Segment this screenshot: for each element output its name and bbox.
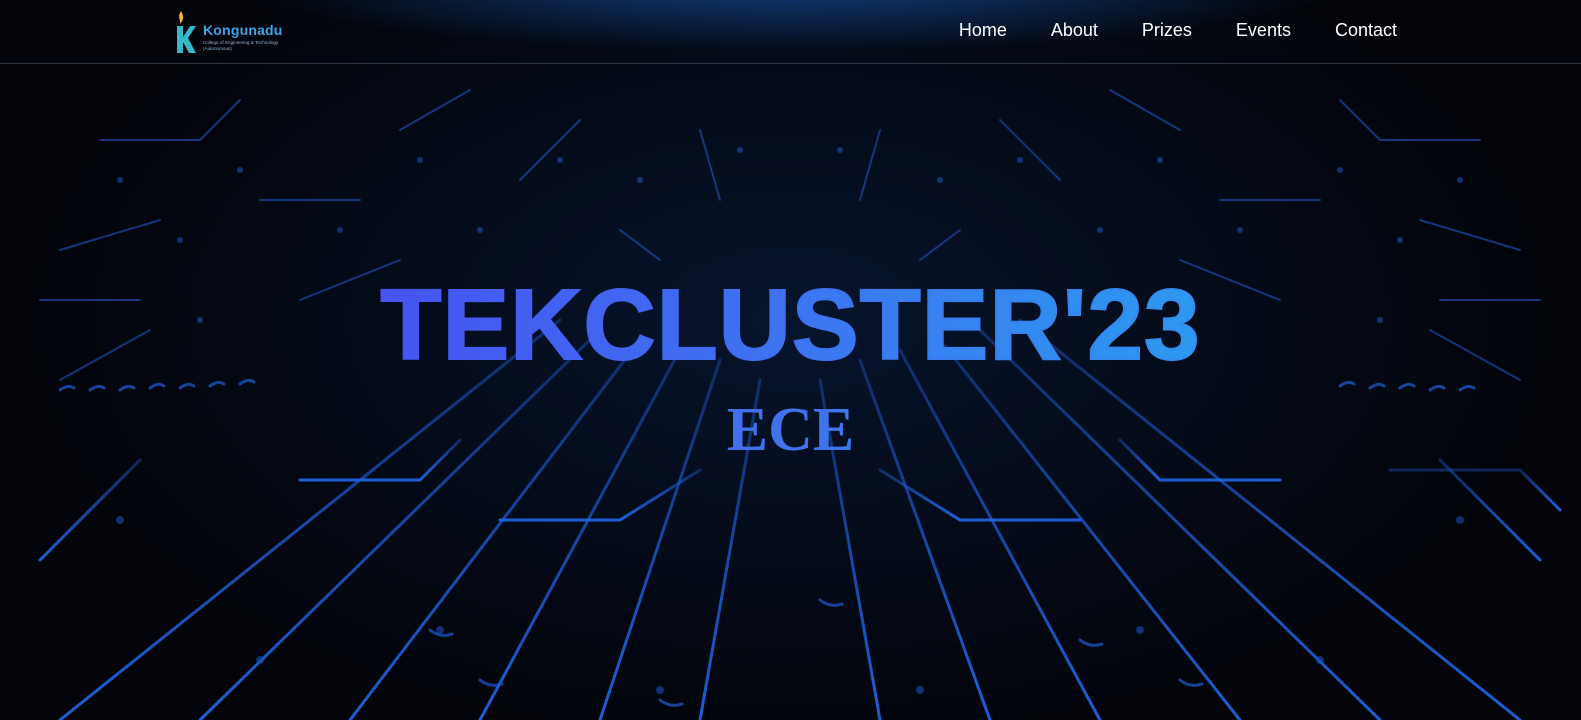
department-subtitle: ECE xyxy=(0,395,1581,465)
hero-section: Kongunadu College of Engineering & Techn… xyxy=(0,0,1581,720)
logo-tagline: College of Engineering & Technology xyxy=(203,40,279,45)
nav-events-link[interactable]: Events xyxy=(1236,20,1291,41)
college-logo[interactable]: Kongunadu College of Engineering & Techn… xyxy=(175,8,295,56)
main-navigation: Home About Prizes Events Contact xyxy=(915,20,1397,41)
nav-contact-link[interactable]: Contact xyxy=(1335,20,1397,41)
nav-home-link[interactable]: Home xyxy=(959,20,1007,41)
logo-status: (Autonomous) xyxy=(203,46,232,51)
logo-name: Kongunadu xyxy=(203,22,283,38)
nav-prizes-link[interactable]: Prizes xyxy=(1142,20,1192,41)
top-navbar: Kongunadu College of Engineering & Techn… xyxy=(0,0,1581,64)
event-title: TEKCLUSTER'23 xyxy=(0,269,1581,381)
kongunadu-flame-k-logo-icon xyxy=(177,11,196,53)
nav-about-link[interactable]: About xyxy=(1051,20,1098,41)
